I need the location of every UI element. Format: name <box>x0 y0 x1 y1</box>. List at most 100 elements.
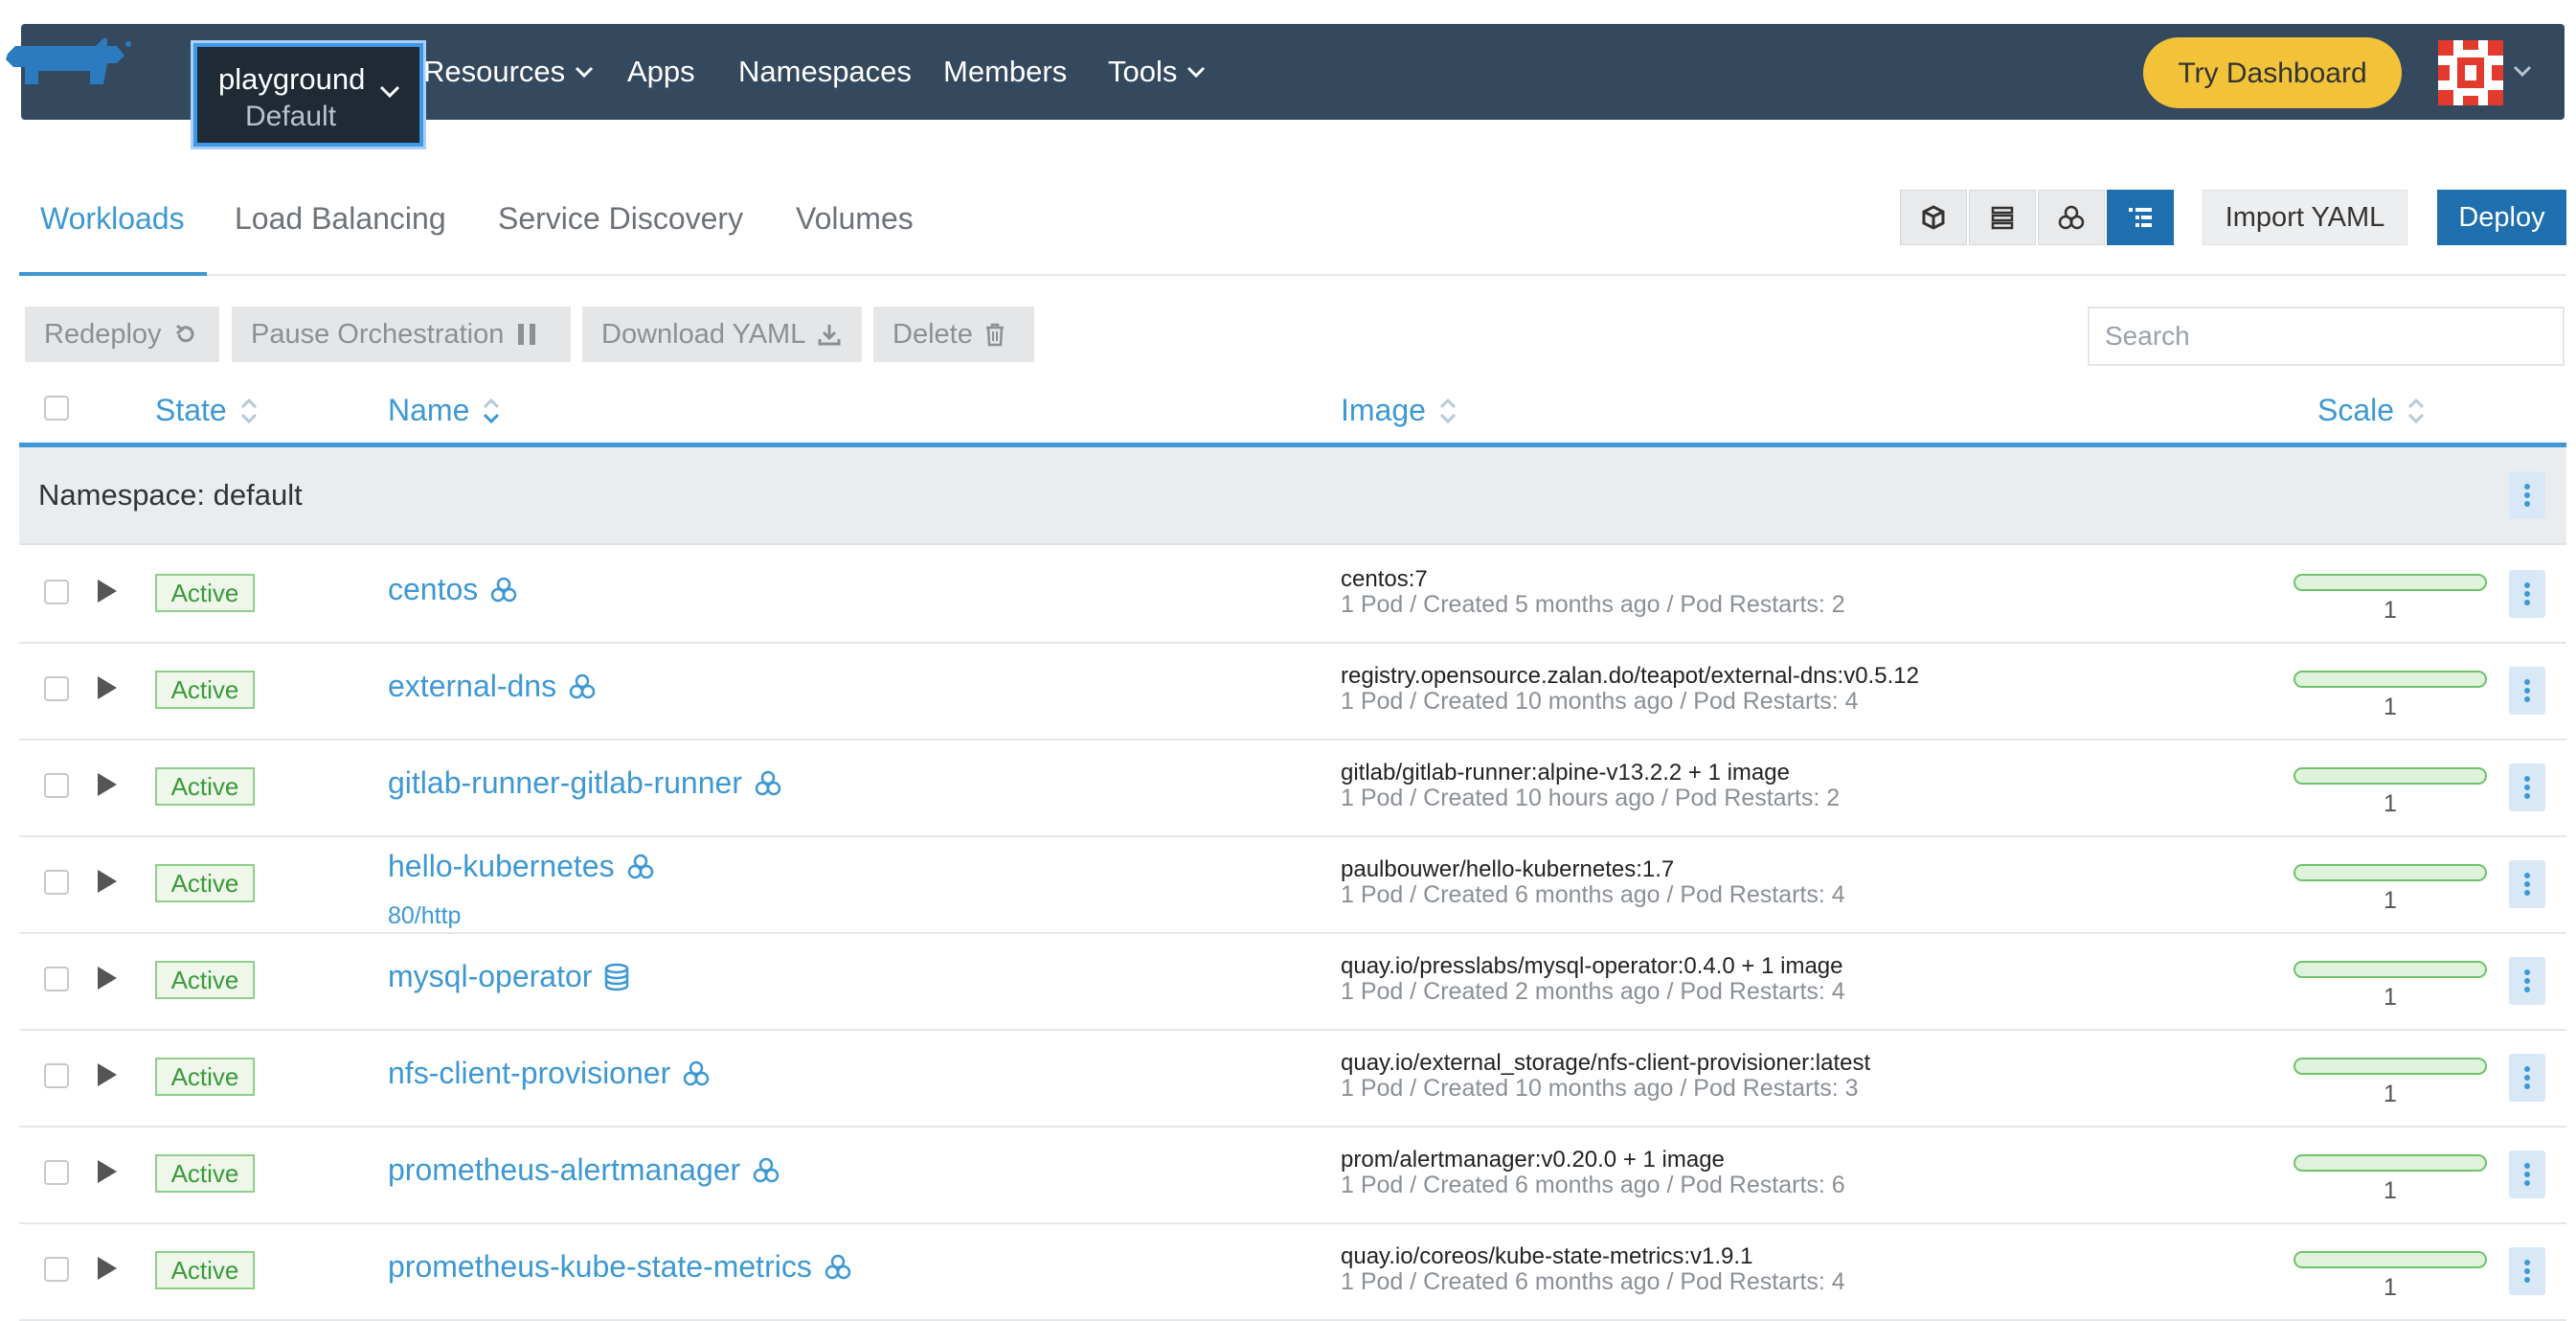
image-name: prom/alertmanager:v0.20.0 + 1 image <box>1341 1147 1725 1173</box>
select-all-checkbox[interactable] <box>44 396 69 421</box>
try-dashboard-button[interactable]: Try Dashboard <box>2143 37 2402 108</box>
tab-volumes[interactable]: Volumes <box>796 201 914 237</box>
expand-row-icon[interactable] <box>98 580 117 603</box>
scale-value: 1 <box>2384 1177 2397 1204</box>
table-row: Active prometheus-kube-state-metrics quay.… <box>19 1222 2566 1321</box>
column-header-name[interactable]: Name <box>388 393 500 428</box>
expand-row-icon[interactable] <box>98 1063 117 1086</box>
nav-members[interactable]: Members <box>943 24 1067 120</box>
expand-row-icon[interactable] <box>98 676 117 699</box>
workload-name-link[interactable]: mysql-operator <box>388 959 630 994</box>
endpoint-link[interactable]: 80/http <box>388 902 461 930</box>
row-checkbox[interactable] <box>44 967 69 991</box>
tab-service-discovery[interactable]: Service Discovery <box>498 201 743 237</box>
deploy-button[interactable]: Deploy <box>2437 190 2566 245</box>
kebab-menu-icon <box>2524 873 2530 896</box>
status-badge: Active <box>155 961 255 999</box>
nav-resources-label: Resources <box>423 55 566 88</box>
row-actions-button[interactable] <box>2509 667 2545 715</box>
status-badge: Active <box>155 1154 255 1193</box>
workload-name-link[interactable]: hello-kubernetes <box>388 849 655 884</box>
search-input[interactable] <box>2088 307 2565 366</box>
nav-tools[interactable]: Tools <box>1108 24 1206 120</box>
column-header-image[interactable]: Image <box>1341 393 1457 428</box>
row-checkbox[interactable] <box>44 1063 69 1088</box>
workload-name-link[interactable]: gitlab-runner-gitlab-runner <box>388 765 782 801</box>
delete-label: Delete <box>893 318 973 350</box>
nav-resources[interactable]: Resources <box>423 24 594 120</box>
status-badge: Active <box>155 1058 255 1096</box>
row-checkbox[interactable] <box>44 773 69 798</box>
redeploy-button[interactable]: Redeploy <box>25 307 219 362</box>
import-yaml-button[interactable]: Import YAML <box>2203 190 2407 245</box>
sort-icon <box>240 398 257 423</box>
row-actions-button[interactable] <box>2509 1150 2545 1198</box>
download-yaml-button[interactable]: Download YAML <box>582 307 862 362</box>
workload-name-link[interactable]: prometheus-kube-state-metrics <box>388 1249 852 1285</box>
row-actions-button[interactable] <box>2509 1054 2545 1102</box>
project-switcher[interactable]: playground Default <box>193 43 423 147</box>
nav-apps[interactable]: Apps <box>627 24 695 120</box>
workload-name: mysql-operator <box>388 959 593 993</box>
row-checkbox[interactable] <box>44 870 69 895</box>
deployment-icon <box>569 673 596 698</box>
active-tab-indicator <box>19 272 207 276</box>
scale-value: 1 <box>2384 694 2397 720</box>
column-scale-label: Scale <box>2317 393 2395 427</box>
table-row: Active mysql-operator quay.io/presslabs/my… <box>19 932 2566 1031</box>
kebab-menu-icon <box>2524 1066 2530 1089</box>
trash-icon <box>985 323 1004 347</box>
tab-workloads[interactable]: Workloads <box>40 201 185 237</box>
tab-load-balancing[interactable]: Load Balancing <box>235 201 446 237</box>
row-checkbox[interactable] <box>44 1257 69 1282</box>
workload-name-link[interactable]: prometheus-alertmanager <box>388 1152 780 1188</box>
deployment-icon <box>491 577 517 602</box>
row-checkbox[interactable] <box>44 1160 69 1185</box>
deployment-icon <box>683 1060 710 1085</box>
row-actions-button[interactable] <box>2509 763 2545 811</box>
chevron-down-icon <box>379 85 400 99</box>
row-checkbox[interactable] <box>44 580 69 604</box>
scale-bar <box>2294 1154 2487 1172</box>
expand-row-icon[interactable] <box>98 773 117 796</box>
scale-bar <box>2294 767 2487 785</box>
statefulset-icon <box>605 963 629 991</box>
deployment-icon <box>755 770 781 795</box>
user-avatar[interactable] <box>2438 40 2503 105</box>
row-checkbox[interactable] <box>44 676 69 701</box>
status-badge: Active <box>155 864 255 902</box>
expand-row-icon[interactable] <box>98 870 117 893</box>
redeploy-icon <box>175 324 194 343</box>
nav-tools-label: Tools <box>1108 55 1178 88</box>
kebab-menu-icon <box>2524 1260 2530 1283</box>
view-list-button[interactable] <box>1969 190 2036 245</box>
workload-name-link[interactable]: nfs-client-provisioner <box>388 1056 711 1091</box>
column-header-state[interactable]: State <box>155 393 258 428</box>
view-node-button[interactable] <box>1900 190 1967 245</box>
view-group-button[interactable] <box>2038 190 2105 245</box>
row-actions-button[interactable] <box>2509 957 2545 1005</box>
column-header-scale[interactable]: Scale <box>2317 393 2425 428</box>
row-actions-button[interactable] <box>2509 570 2545 618</box>
workload-name-link[interactable]: centos <box>388 572 518 607</box>
expand-row-icon[interactable] <box>98 1160 117 1183</box>
row-actions-button[interactable] <box>2509 860 2545 908</box>
namespace-actions-button[interactable] <box>2509 471 2545 519</box>
view-tree-button[interactable] <box>2107 190 2174 245</box>
chevron-down-icon <box>576 66 594 78</box>
workload-name: external-dns <box>388 669 557 703</box>
row-actions-button[interactable] <box>2509 1247 2545 1295</box>
pod-meta: 1 Pod / Created 6 months ago / Pod Resta… <box>1341 881 1845 908</box>
chevron-down-icon[interactable] <box>2513 65 2532 77</box>
status-badge: Active <box>155 574 255 612</box>
delete-button[interactable]: Delete <box>873 307 1034 362</box>
pause-orchestration-button[interactable]: Pause Orchestration <box>232 307 571 362</box>
expand-row-icon[interactable] <box>98 1257 117 1280</box>
column-state-label: State <box>155 393 227 427</box>
expand-row-icon[interactable] <box>98 967 117 990</box>
nav-namespaces[interactable]: Namespaces <box>738 24 912 120</box>
workload-name-link[interactable]: external-dns <box>388 669 597 704</box>
deployment-icon <box>753 1157 780 1182</box>
scale-bar <box>2294 1058 2487 1075</box>
column-name-label: Name <box>388 393 470 427</box>
